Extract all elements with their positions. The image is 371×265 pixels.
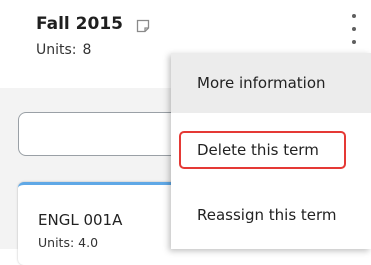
menu-item-more-information[interactable]: More information bbox=[171, 53, 371, 113]
course-units: Units: 4.0 bbox=[38, 235, 99, 250]
delete-highlight-box bbox=[179, 131, 346, 169]
term-units: Units: 8 bbox=[36, 42, 91, 58]
more-vert-icon[interactable] bbox=[346, 14, 362, 44]
note-icon[interactable] bbox=[136, 18, 150, 33]
term-title: Fall 2015 bbox=[36, 14, 123, 34]
units-value: 8 bbox=[82, 42, 92, 58]
units-label: Units: bbox=[36, 42, 77, 58]
term-options-menu: More information Delete this term Reassi… bbox=[171, 53, 371, 249]
menu-item-reassign-term[interactable]: Reassign this term bbox=[171, 195, 371, 235]
course-code: ENGL 001A bbox=[38, 211, 123, 229]
